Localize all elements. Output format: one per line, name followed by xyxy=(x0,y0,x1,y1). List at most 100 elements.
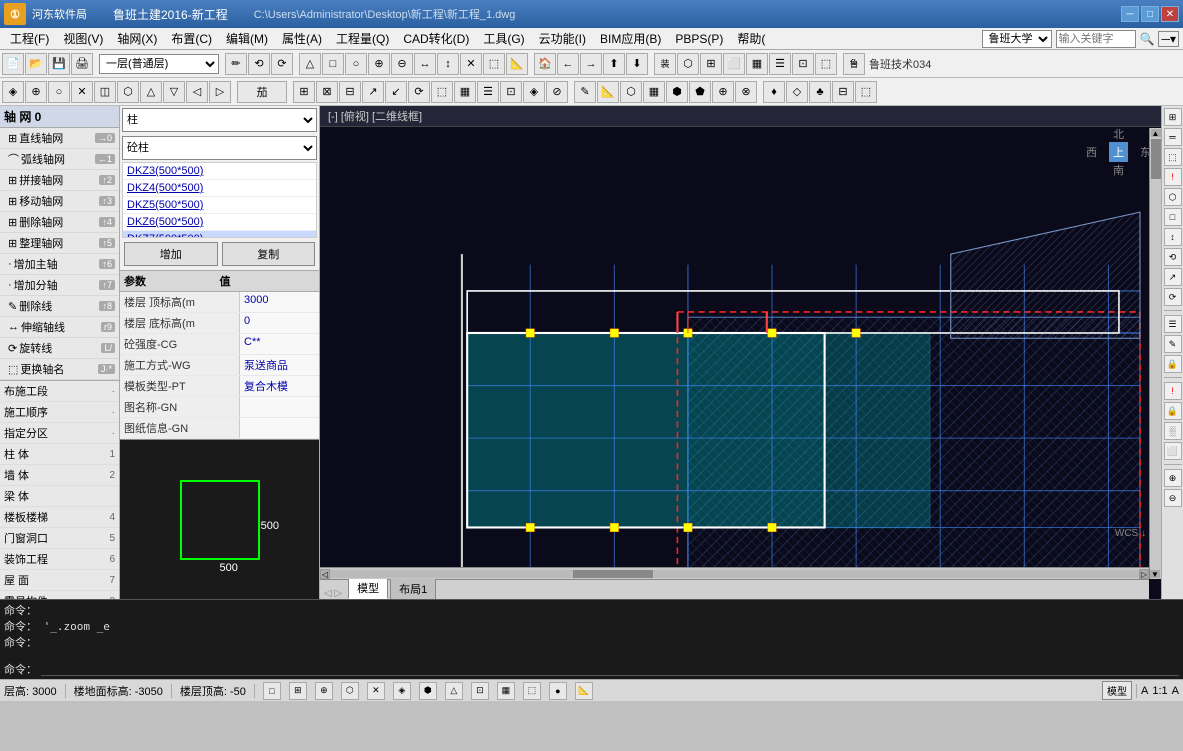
tb-tool21[interactable]: ⬜ xyxy=(723,53,745,75)
rt-btn-7[interactable]: ↕ xyxy=(1164,228,1182,246)
tb2-1[interactable]: ◈ xyxy=(2,81,24,103)
tb2-36[interactable]: ⬚ xyxy=(855,81,877,103)
tb2-18[interactable]: ⬚ xyxy=(431,81,453,103)
tb-tool25[interactable]: ⬚ xyxy=(815,53,837,75)
menu-bu-zhi[interactable]: 布置(C) xyxy=(165,28,218,49)
tb2-32[interactable]: ♦ xyxy=(763,81,785,103)
menu-yun-gong-neng[interactable]: 云功能(I) xyxy=(533,28,592,49)
tb2-29[interactable]: ⬟ xyxy=(689,81,711,103)
col-item-0[interactable]: DKZ3(500*500) xyxy=(123,163,316,180)
rt-btn-14[interactable]: ! xyxy=(1164,382,1182,400)
rt-btn-5[interactable]: ⬡ xyxy=(1164,188,1182,206)
snap-btn-13[interactable]: 📐 xyxy=(575,682,593,700)
building-bu-shi[interactable]: 布施工段 · xyxy=(0,381,119,402)
menu-bim[interactable]: BIM应用(B) xyxy=(594,28,667,49)
rt-btn-1[interactable]: ⊞ xyxy=(1164,108,1182,126)
rt-btn-12[interactable]: ✎ xyxy=(1164,335,1182,353)
snap-btn-10[interactable]: ▦ xyxy=(497,682,515,700)
tb-tool24[interactable]: ⊡ xyxy=(792,53,814,75)
tb2-24[interactable]: ✎ xyxy=(574,81,596,103)
tb-tool23[interactable]: ☰ xyxy=(769,53,791,75)
snap-btn-12[interactable]: ● xyxy=(549,682,567,700)
building-zhuang-shi[interactable]: 装饰工程 6 xyxy=(0,549,119,570)
menu-cad-transform[interactable]: CAD转化(D) xyxy=(397,28,475,49)
rt-btn-2[interactable]: ═ xyxy=(1164,128,1182,146)
rt-btn-17[interactable]: ⬜ xyxy=(1164,442,1182,460)
tab-nav-left[interactable]: ◁ ▷ xyxy=(324,588,342,599)
minimize-button[interactable]: ─ xyxy=(1121,6,1139,22)
col-item-4[interactable]: DKZ7(500*500) xyxy=(123,231,316,238)
tb-save[interactable]: 💾 xyxy=(48,53,70,75)
col-copy-btn[interactable]: 复制 xyxy=(222,242,316,266)
building-wu-mian[interactable]: 屋 面 7 xyxy=(0,570,119,591)
snap-btn-9[interactable]: ⊡ xyxy=(471,682,489,700)
tb-tool5[interactable]: □ xyxy=(322,53,344,75)
column-subtype-select[interactable]: 砼柱 xyxy=(122,136,317,160)
building-liang-ti[interactable]: 梁 体 xyxy=(0,486,119,507)
menu-extra-btn1[interactable]: ─▾ xyxy=(1158,31,1179,47)
menu-gong-cheng[interactable]: 工程(F) xyxy=(4,28,55,49)
sidebar-zeng-jia-fen[interactable]: · 增加分轴 ↑7 xyxy=(0,275,119,296)
cad-drawing[interactable] xyxy=(320,128,1161,599)
menu-bian-ji[interactable]: 编辑(M) xyxy=(220,28,274,49)
rt-btn-15[interactable]: 🔒 xyxy=(1164,402,1182,420)
sidebar-geng-huan[interactable]: ⬚ 更换轴名 J·* xyxy=(0,359,119,380)
tb2-6[interactable]: ⬡ xyxy=(117,81,139,103)
snap-btn-5[interactable]: ✕ xyxy=(367,682,385,700)
tb-tool9[interactable]: ↔ xyxy=(414,53,436,75)
tb-tool12[interactable]: ⬚ xyxy=(483,53,505,75)
menu-pbps[interactable]: PBPS(P) xyxy=(669,30,729,48)
menu-shi-tu[interactable]: 视图(V) xyxy=(57,28,109,49)
tb2-9[interactable]: ◁ xyxy=(186,81,208,103)
tb2-7[interactable]: △ xyxy=(140,81,162,103)
tb-tool14[interactable]: 🏠 xyxy=(534,53,556,75)
tb-tool20[interactable]: ⊞ xyxy=(700,53,722,75)
rt-btn-4[interactable]: ! xyxy=(1164,168,1182,186)
h-scrollbar[interactable]: ◁ ▷ xyxy=(320,567,1149,579)
tb2-30[interactable]: ⊕ xyxy=(712,81,734,103)
tb2-16[interactable]: ↙ xyxy=(385,81,407,103)
tb2-10[interactable]: ▷ xyxy=(209,81,231,103)
restore-button[interactable]: □ xyxy=(1141,6,1159,22)
tb-zhuang[interactable]: 装 xyxy=(654,53,676,75)
tb2-35[interactable]: ⊟ xyxy=(832,81,854,103)
sidebar-shan-chu-xian[interactable]: ✎ 删除线 ↑8 xyxy=(0,296,119,317)
rt-btn-9[interactable]: ↗ xyxy=(1164,268,1182,286)
building-ling-xing[interactable]: 零星构件 8 xyxy=(0,591,119,599)
tb-tool8[interactable]: ⊖ xyxy=(391,53,413,75)
tb-print[interactable]: 🖨 xyxy=(71,53,93,75)
tb2-14[interactable]: ⊟ xyxy=(339,81,361,103)
building-lou-ban[interactable]: 楼板楼梯 4 xyxy=(0,507,119,528)
tab-model[interactable]: 模型 xyxy=(348,577,388,599)
tb2-8[interactable]: ▽ xyxy=(163,81,185,103)
cad-viewport[interactable]: [-] [俯视] [二维线框] 北 西 上 东 南 WCS ↓ xyxy=(320,106,1161,599)
tb2-25[interactable]: 📐 xyxy=(597,81,619,103)
tb-tool6[interactable]: ○ xyxy=(345,53,367,75)
tb2-20[interactable]: ☰ xyxy=(477,81,499,103)
menu-shu-xing[interactable]: 属性(A) xyxy=(276,28,328,49)
sidebar-yi-dong[interactable]: ⊞ 移动轴网 ↑3 xyxy=(0,191,119,212)
sidebar-zheng-li[interactable]: ⊞ 整理轴网 ↑5 xyxy=(0,233,119,254)
sidebar-xuan-zhuan[interactable]: ⟳ 旋转线 L/ xyxy=(0,338,119,359)
building-men-chuang[interactable]: 门窗洞口 5 xyxy=(0,528,119,549)
tb-tool2[interactable]: ⟲ xyxy=(248,53,270,75)
rt-btn-3[interactable]: ⬚ xyxy=(1164,148,1182,166)
tb2-17[interactable]: ⟳ xyxy=(408,81,430,103)
col-item-1[interactable]: DKZ4(500*500) xyxy=(123,180,316,197)
building-zhu-ti[interactable]: 柱 体 1 xyxy=(0,444,119,465)
tb2-21[interactable]: ⊡ xyxy=(500,81,522,103)
rt-btn-19[interactable]: ⊖ xyxy=(1164,489,1182,507)
tb-tool10[interactable]: ↕ xyxy=(437,53,459,75)
tb2-34[interactable]: ♣ xyxy=(809,81,831,103)
layer-select[interactable]: 一层(普通层) xyxy=(99,54,219,74)
tb2-33[interactable]: ◇ xyxy=(786,81,808,103)
rt-btn-16[interactable]: ░ xyxy=(1164,422,1182,440)
tb2-3[interactable]: ○ xyxy=(48,81,70,103)
v-scrollbar[interactable]: ▲ ▼ xyxy=(1149,128,1161,579)
tb-tool4[interactable]: △ xyxy=(299,53,321,75)
tb2-4[interactable]: ✕ xyxy=(71,81,93,103)
sidebar-shan-chu[interactable]: ⊞ 删除轴网 ↑4 xyxy=(0,212,119,233)
tb-tool7[interactable]: ⊕ xyxy=(368,53,390,75)
tb2-27[interactable]: ▦ xyxy=(643,81,665,103)
sidebar-shen-suo[interactable]: ↔ 伸缩轴线 r9 xyxy=(0,317,119,338)
